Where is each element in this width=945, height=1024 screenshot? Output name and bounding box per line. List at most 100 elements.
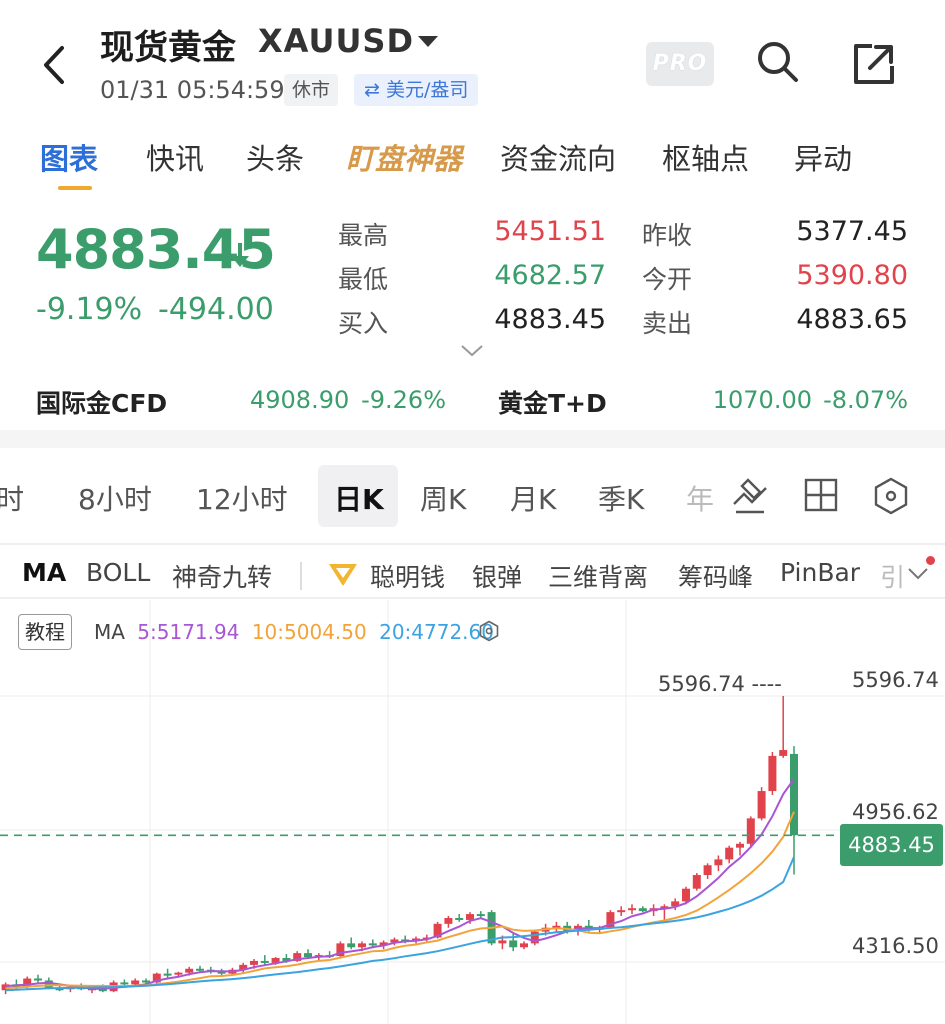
layout-grid-button[interactable] (804, 478, 838, 514)
tab-chart[interactable]: 图表 (40, 136, 98, 178)
change-amount: -494.00 (158, 292, 274, 327)
pro-button[interactable]: PRO (646, 42, 714, 86)
candle-body (714, 859, 723, 866)
candle-body (768, 755, 777, 792)
back-button[interactable] (36, 42, 76, 88)
high-marker-label: 5596.74 ---- (658, 672, 782, 696)
drawing-tool-button[interactable] (730, 474, 770, 518)
candle-body (466, 914, 474, 920)
candle-body (509, 940, 518, 948)
period-year[interactable]: 年 (686, 478, 714, 518)
bid-value: 4883.45 (494, 304, 606, 335)
candles (1, 696, 798, 995)
candle-body (520, 943, 528, 948)
divider (0, 597, 945, 599)
candle-body (779, 750, 788, 756)
candle-body (725, 847, 734, 860)
quote-timestamp: 01/31 05:54:59 (100, 76, 285, 104)
y-axis-label-top: 5596.74 (852, 668, 939, 692)
tab-fund-flow[interactable]: 资金流向 (500, 136, 616, 178)
low-value: 4682.57 (494, 260, 606, 291)
ma20-line (5, 856, 795, 992)
candle-body (260, 960, 269, 963)
indicator-boll[interactable]: BOLL (86, 558, 150, 587)
caret-down-icon[interactable] (418, 36, 438, 47)
indicator-smart-money[interactable]: 聪明钱 (370, 558, 445, 594)
related-cfd-name[interactable]: 国际金CFD (36, 384, 167, 420)
ma5-value: 5:5171.94 (137, 620, 240, 644)
chart-grid (0, 600, 945, 1024)
candlestick-chart[interactable] (0, 600, 945, 1024)
section-separator (0, 430, 945, 448)
open-value: 5390.80 (796, 260, 908, 291)
high-value: 5451.51 (494, 216, 606, 247)
tab-headlines[interactable]: 头条 (246, 136, 304, 178)
related-td-price: 1070.00 (712, 386, 812, 414)
period-week[interactable]: 周K (420, 478, 466, 518)
related-td-change: -8.07% (823, 386, 908, 414)
related-cfd-price: 4908.90 (250, 386, 350, 414)
candle-body (34, 978, 42, 981)
candle-body (617, 910, 626, 913)
candle-body (358, 943, 366, 948)
search-icon (758, 42, 798, 82)
period-month[interactable]: 月K (510, 478, 556, 518)
indicator-chip-peak[interactable]: 筹码峰 (678, 558, 753, 594)
ma-settings-icon[interactable] (478, 620, 500, 642)
market-status-badge: 休市 (284, 74, 339, 106)
candle-body (746, 818, 755, 844)
ma20-value: 20:4772.60 (379, 620, 494, 644)
instrument-title: 现货黄金 (100, 28, 236, 68)
external-link-icon (854, 44, 894, 84)
indicator-pinbar[interactable]: PinBar (780, 558, 860, 587)
currency-unit-toggle[interactable]: ⇄ 美元/盎司 (354, 74, 479, 106)
symbol-selector[interactable]: XAUUSD (258, 22, 414, 60)
period-day[interactable]: 日K (334, 478, 384, 518)
change-percent: -9.19% (36, 292, 143, 327)
tab-news-flash[interactable]: 快讯 (146, 136, 204, 178)
pencil-icon (733, 478, 767, 514)
share-button[interactable] (850, 40, 898, 88)
chevron-down-icon[interactable] (906, 566, 930, 582)
candle-body (692, 875, 701, 889)
candle-body (628, 908, 636, 911)
expand-chevron-icon[interactable] (458, 342, 486, 360)
grid-icon (804, 478, 838, 512)
divider (0, 543, 945, 545)
candle-body (476, 914, 485, 917)
low-label: 最低 (338, 265, 389, 294)
tab-market-watch-tool[interactable]: 盯盘神器 (346, 136, 462, 178)
candle-body (196, 968, 204, 971)
candle-body (790, 753, 798, 836)
open-label: 今开 (642, 265, 693, 294)
related-td-name[interactable]: 黄金T+D (498, 384, 607, 420)
period-quarter[interactable]: 季K (598, 478, 644, 518)
smart-money-icon (326, 560, 360, 588)
period-hour[interactable]: 时 (0, 478, 24, 518)
tab-unusual-moves[interactable]: 异动 (794, 136, 852, 178)
tab-pivot-points[interactable]: 枢轴点 (662, 136, 749, 178)
indicator-more-truncated[interactable]: 引 (880, 558, 905, 594)
indicator-silver-bullet[interactable]: 银弹 (472, 558, 522, 594)
high-label: 最高 (338, 221, 389, 250)
chart-settings-button[interactable] (872, 476, 910, 516)
tutorial-button[interactable]: 教程 (18, 614, 72, 650)
indicator-magic-nine[interactable]: 神奇九转 (172, 558, 272, 594)
notification-dot (926, 556, 935, 565)
last-price-badge: 4883.45 (840, 824, 943, 866)
moving-averages (5, 778, 795, 992)
period-12h[interactable]: 12小时 (196, 478, 288, 518)
ask-value: 4883.65 (796, 304, 908, 335)
chevron-left-icon (44, 46, 64, 84)
candle-body (736, 843, 744, 848)
candle-body (304, 953, 312, 958)
candle-body (368, 943, 377, 946)
indicator-3d-divergence[interactable]: 三维背离 (548, 558, 648, 594)
search-button[interactable] (754, 38, 802, 86)
indicator-ma[interactable]: MA (22, 558, 66, 587)
period-8h[interactable]: 8小时 (78, 478, 152, 518)
hexagon-settings-icon (874, 477, 908, 515)
candle-body (120, 982, 129, 985)
y-axis-label-bottom: 4316.50 (852, 934, 939, 958)
active-tab-indicator (58, 186, 92, 190)
